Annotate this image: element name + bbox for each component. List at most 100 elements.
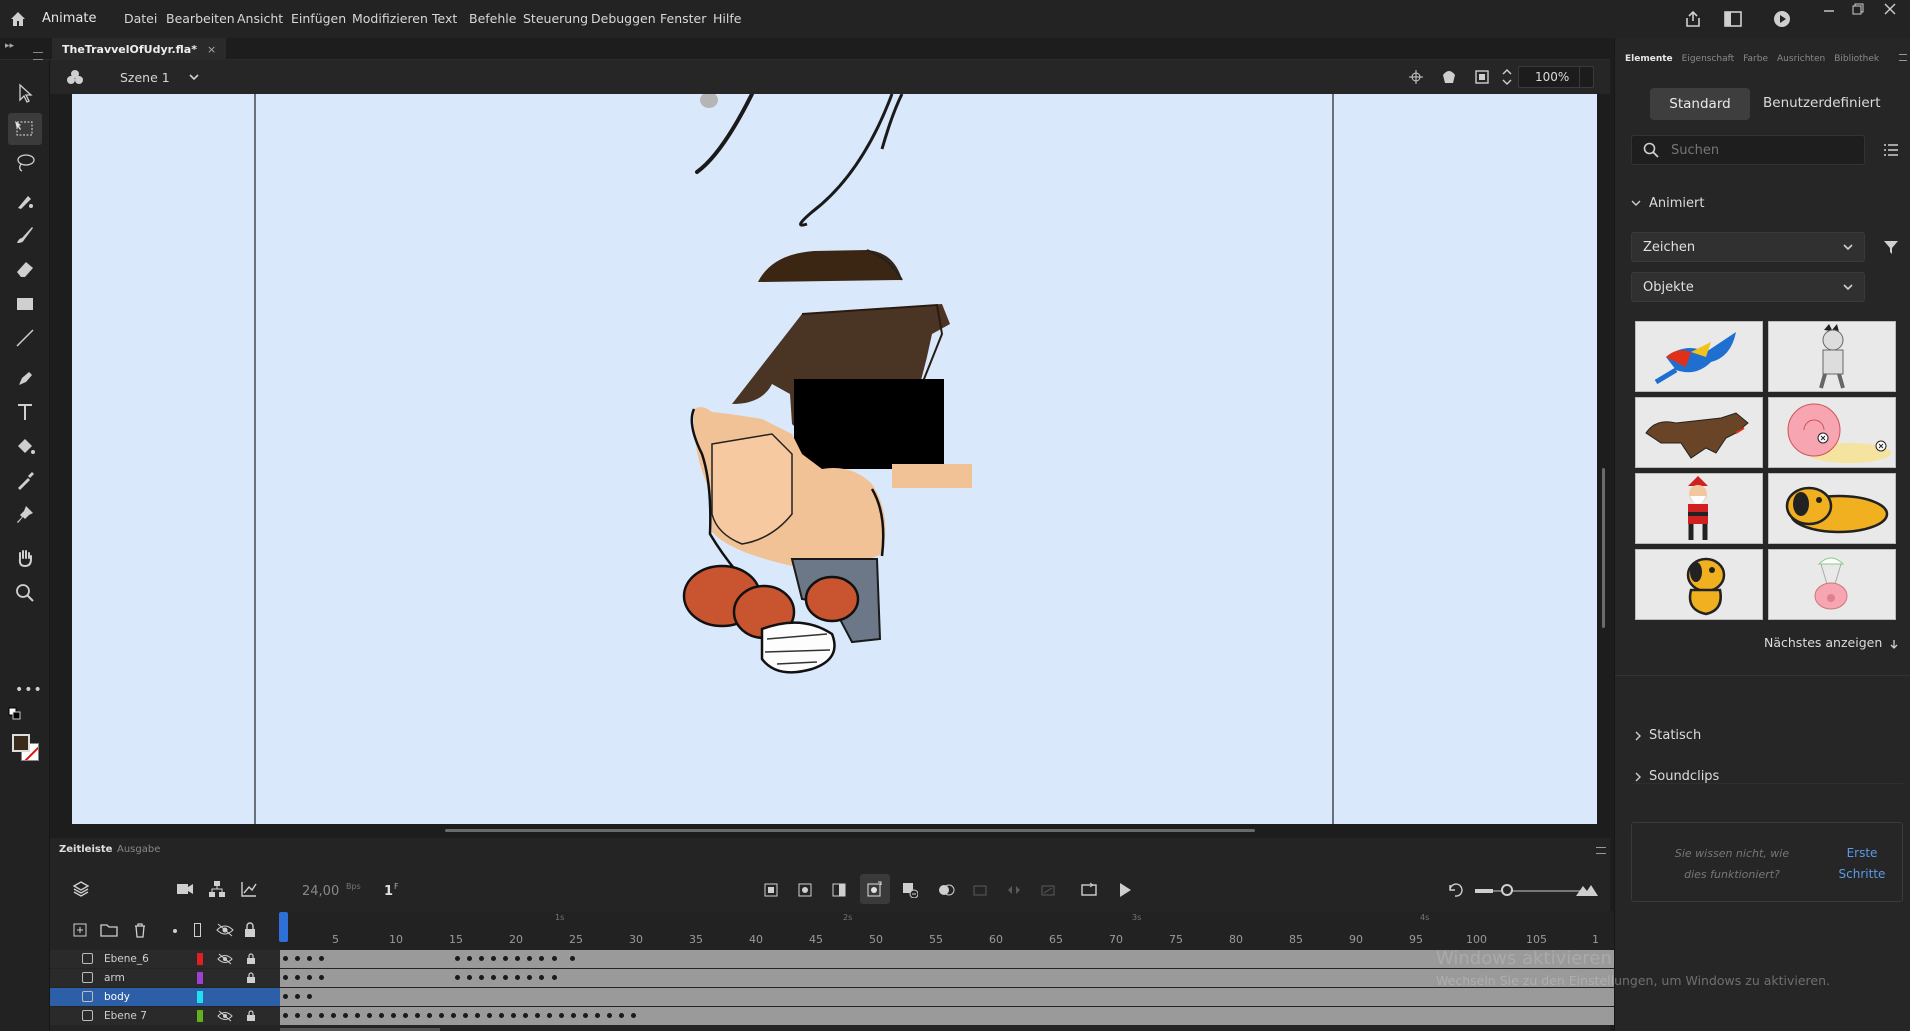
zoom-field[interactable]: 100% [1518, 66, 1594, 88]
keyframe[interactable] [403, 1013, 408, 1018]
keyframe[interactable] [455, 975, 460, 980]
new-folder-icon[interactable] [100, 923, 118, 937]
keyframe[interactable] [552, 975, 557, 980]
layer-color-swatch[interactable] [197, 953, 203, 965]
layer-name[interactable]: arm [104, 972, 125, 984]
asset-parrot[interactable] [1635, 321, 1763, 392]
keyframe[interactable] [295, 956, 300, 961]
keyframe[interactable] [547, 1013, 552, 1018]
menu-hilfe[interactable]: Hilfe [713, 11, 741, 26]
layer-frames[interactable] [280, 1007, 1650, 1025]
keyframe[interactable] [583, 1013, 588, 1018]
menu-einfuegen[interactable]: Einfügen [291, 11, 346, 26]
keyframe[interactable] [487, 1013, 492, 1018]
hidden-icon[interactable] [217, 1010, 233, 1022]
keyframe[interactable] [379, 1013, 384, 1018]
menu-datei[interactable]: Datei [124, 11, 157, 26]
layer-name[interactable]: Ebene 7 [104, 1010, 147, 1022]
new-layer-icon[interactable] [73, 923, 87, 937]
stage-area[interactable] [72, 94, 1597, 824]
keyframe[interactable] [455, 956, 460, 961]
selection-tool-icon[interactable] [12, 80, 38, 106]
panel-options-icon[interactable] [1899, 54, 1907, 61]
eraser-tool-icon[interactable] [12, 256, 38, 282]
playhead[interactable] [279, 912, 288, 942]
keyframe[interactable] [367, 1013, 372, 1018]
keyframe[interactable] [439, 1013, 444, 1018]
tab-timeline[interactable]: Zeitleiste [59, 844, 112, 855]
keyframe[interactable] [415, 1013, 420, 1018]
hidden-icon[interactable] [217, 953, 233, 965]
tab-bibliothek[interactable]: Bibliothek [1834, 54, 1879, 64]
category-dropdown[interactable]: Zeichen [1631, 232, 1865, 262]
lock-all-icon[interactable] [244, 922, 256, 938]
pen-tool-icon[interactable] [12, 365, 38, 391]
close-icon[interactable] [1883, 2, 1897, 16]
onion-skin-icon[interactable] [938, 882, 956, 898]
keyframe[interactable] [491, 975, 496, 980]
clip-content-icon[interactable] [1474, 69, 1490, 85]
section-animated[interactable]: Animiert [1649, 196, 1704, 211]
play-icon[interactable] [1118, 882, 1132, 898]
keyframe[interactable] [319, 1013, 324, 1018]
menu-befehle[interactable]: Befehle [469, 11, 516, 26]
tab-output[interactable]: Ausgabe [117, 844, 160, 855]
keyframe[interactable] [539, 975, 544, 980]
keyframe[interactable] [307, 956, 312, 961]
edit-symbols-icon[interactable] [66, 68, 84, 86]
workspace-icon[interactable] [1723, 10, 1743, 28]
stage-vertical-scrollbar[interactable] [1602, 468, 1605, 628]
section-soundclips[interactable]: Soundclips [1649, 769, 1719, 784]
keyframe[interactable] [463, 1013, 468, 1018]
scene-name[interactable]: Szene 1 [120, 70, 170, 85]
keyframe[interactable] [503, 975, 508, 980]
keyframe[interactable] [515, 956, 520, 961]
free-transform-tool-icon[interactable] [12, 116, 38, 142]
keyframe[interactable] [619, 1013, 624, 1018]
line-tool-icon[interactable] [12, 325, 38, 351]
keyframe[interactable] [283, 975, 288, 980]
tab-elemente[interactable]: Elemente [1625, 54, 1673, 64]
undo-icon[interactable] [1446, 882, 1464, 898]
keyframe[interactable] [527, 956, 532, 961]
swap-colors-icon[interactable] [8, 707, 22, 721]
keyframe[interactable] [467, 975, 472, 980]
more-tools-icon[interactable]: ••• [15, 682, 43, 698]
keyframe[interactable] [527, 975, 532, 980]
keyframe[interactable] [479, 956, 484, 961]
paint-bucket-tool-icon[interactable] [12, 434, 38, 460]
tab-eigenschaft[interactable]: Eigenschaft [1682, 54, 1735, 64]
subcategory-dropdown[interactable]: Objekte [1631, 272, 1865, 302]
text-tool-icon[interactable] [12, 399, 38, 425]
search-field[interactable] [1631, 135, 1865, 165]
keyframe[interactable] [331, 1013, 336, 1018]
menu-fenster[interactable]: Fenster [660, 11, 706, 26]
keyframe[interactable] [475, 1013, 480, 1018]
show-next-link[interactable]: Nächstes anzeigen [1764, 635, 1882, 650]
keyframe[interactable] [295, 994, 300, 999]
document-tab[interactable]: TheTravvelOfUdyr.fla* × [52, 38, 227, 60]
camera-layer-icon[interactable] [176, 882, 194, 896]
layer-row[interactable]: arm [50, 969, 280, 987]
collapse-icon[interactable]: ▸▸ [5, 41, 14, 51]
section-static[interactable]: Statisch [1649, 728, 1701, 743]
zoom-to-fit-icon[interactable] [1575, 882, 1599, 898]
keyframe[interactable] [571, 1013, 576, 1018]
expand-soundclips-icon[interactable] [1633, 772, 1643, 782]
keyframe[interactable] [515, 975, 520, 980]
keyframe[interactable] [319, 975, 324, 980]
timeline-zoom-handle[interactable] [1501, 884, 1513, 896]
loop-icon[interactable] [1080, 882, 1098, 898]
menu-text[interactable]: Text [432, 11, 457, 26]
keyframe[interactable] [491, 956, 496, 961]
hand-tool-icon[interactable] [12, 545, 38, 571]
keyframe[interactable] [283, 1013, 288, 1018]
center-stage-icon[interactable] [1408, 69, 1424, 85]
expand-static-icon[interactable] [1633, 731, 1643, 741]
keyframe[interactable] [427, 1013, 432, 1018]
share-icon[interactable] [1683, 9, 1703, 29]
layer-color-swatch[interactable] [197, 972, 203, 984]
fluid-brush-tool-icon[interactable] [12, 188, 38, 214]
keyframe[interactable] [559, 1013, 564, 1018]
help-link[interactable]: Erste Schritte [1832, 843, 1892, 885]
